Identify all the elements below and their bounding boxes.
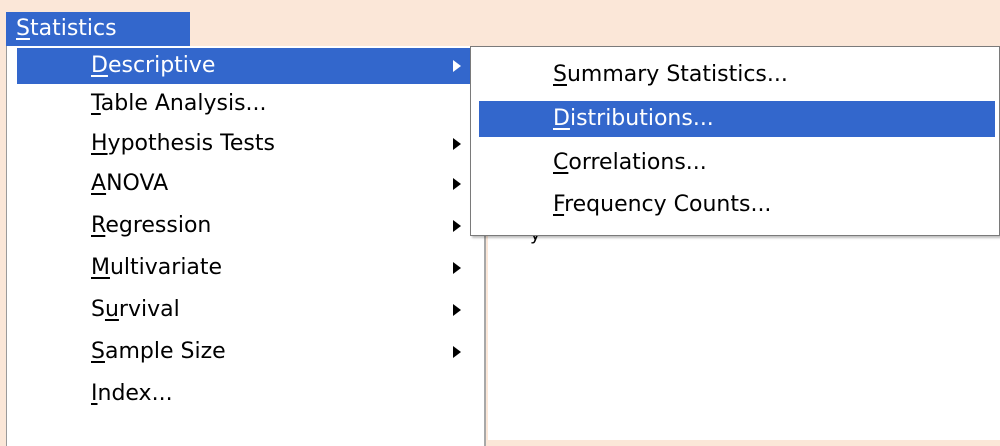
statistics-dropdown: Descriptive Table Analysis... Hypothesis… (6, 46, 486, 446)
accelerator-key: F (553, 192, 565, 217)
triangle-right-icon (453, 220, 461, 232)
accelerator-key: H (91, 131, 108, 156)
menu-item-label: Multivariate (91, 250, 222, 286)
menu-item-descriptive[interactable]: Descriptive (17, 48, 473, 84)
accelerator-key: S (91, 339, 105, 364)
background-pane: y (488, 224, 1000, 440)
menu-item-label: Survival (91, 292, 180, 328)
triangle-right-icon (453, 138, 461, 150)
submenu-item-label: Summary Statistics... (553, 57, 788, 93)
label-text-prefix: S (91, 297, 105, 322)
accelerator-key: u (104, 297, 119, 322)
accelerator-key: D (91, 53, 108, 78)
accelerator-key: C (553, 150, 569, 175)
label-text: escriptive (107, 53, 216, 78)
label-text: egression (105, 213, 212, 238)
menu-item-anova[interactable]: ANOVA (17, 166, 473, 202)
accelerator-key: D (553, 106, 570, 131)
menu-statistics-label: tatistics (29, 16, 117, 41)
label-text: ypothesis Tests (107, 131, 275, 156)
accelerator-key: A (91, 171, 107, 196)
menu-item-table-analysis[interactable]: Table Analysis... (17, 86, 473, 122)
triangle-right-icon (453, 346, 461, 358)
submenu-item-distributions[interactable]: Distributions... (479, 101, 995, 137)
descriptive-submenu: Summary Statistics... Distributions... C… (470, 46, 1000, 236)
triangle-right-icon (453, 304, 461, 316)
triangle-right-icon (453, 60, 461, 72)
label-text: NOVA (106, 171, 169, 196)
menu-item-index[interactable]: Index... (17, 376, 473, 412)
label-text: ultivariate (109, 255, 223, 280)
menu-item-label: Regression (91, 208, 211, 244)
submenu-item-summary-statistics[interactable]: Summary Statistics... (479, 57, 995, 93)
submenu-item-label: Frequency Counts... (553, 187, 771, 223)
menu-item-label: Sample Size (91, 334, 226, 370)
submenu-item-label: Distributions... (553, 101, 714, 137)
label-text: ample Size (104, 339, 226, 364)
menu-item-label: Index... (91, 376, 173, 412)
triangle-right-icon (453, 262, 461, 274)
label-text: requency Counts... (564, 192, 772, 217)
menu-item-sample-size[interactable]: Sample Size (17, 334, 473, 370)
triangle-right-icon (453, 178, 461, 190)
accelerator-key: R (91, 213, 106, 238)
label-text: orrelations... (568, 150, 707, 175)
label-text: istributions... (569, 106, 714, 131)
submenu-item-correlations[interactable]: Correlations... (479, 145, 995, 181)
label-text: able Analysis... (100, 91, 267, 116)
accelerator-key: M (91, 255, 110, 280)
menu-statistics-accelerator: S (16, 16, 30, 41)
menu-item-label: Hypothesis Tests (91, 126, 275, 162)
menu-item-label: ANOVA (91, 166, 168, 202)
submenu-item-label: Correlations... (553, 145, 707, 181)
menu-item-multivariate[interactable]: Multivariate (17, 250, 473, 286)
menu-item-survival[interactable]: Survival (17, 292, 473, 328)
submenu-item-frequency-counts[interactable]: Frequency Counts... (479, 187, 995, 223)
label-text: ummary Statistics... (566, 62, 788, 87)
label-text: ndex... (97, 381, 173, 406)
label-text: rvival (118, 297, 180, 322)
menu-item-label: Descriptive (91, 48, 215, 84)
accelerator-key: S (553, 62, 567, 87)
menu-statistics[interactable]: Statistics (6, 12, 190, 46)
menu-item-hypothesis-tests[interactable]: Hypothesis Tests (17, 126, 473, 162)
menu-item-regression[interactable]: Regression (17, 208, 473, 244)
menu-item-label: Table Analysis... (91, 86, 267, 122)
accelerator-key: T (91, 91, 101, 116)
